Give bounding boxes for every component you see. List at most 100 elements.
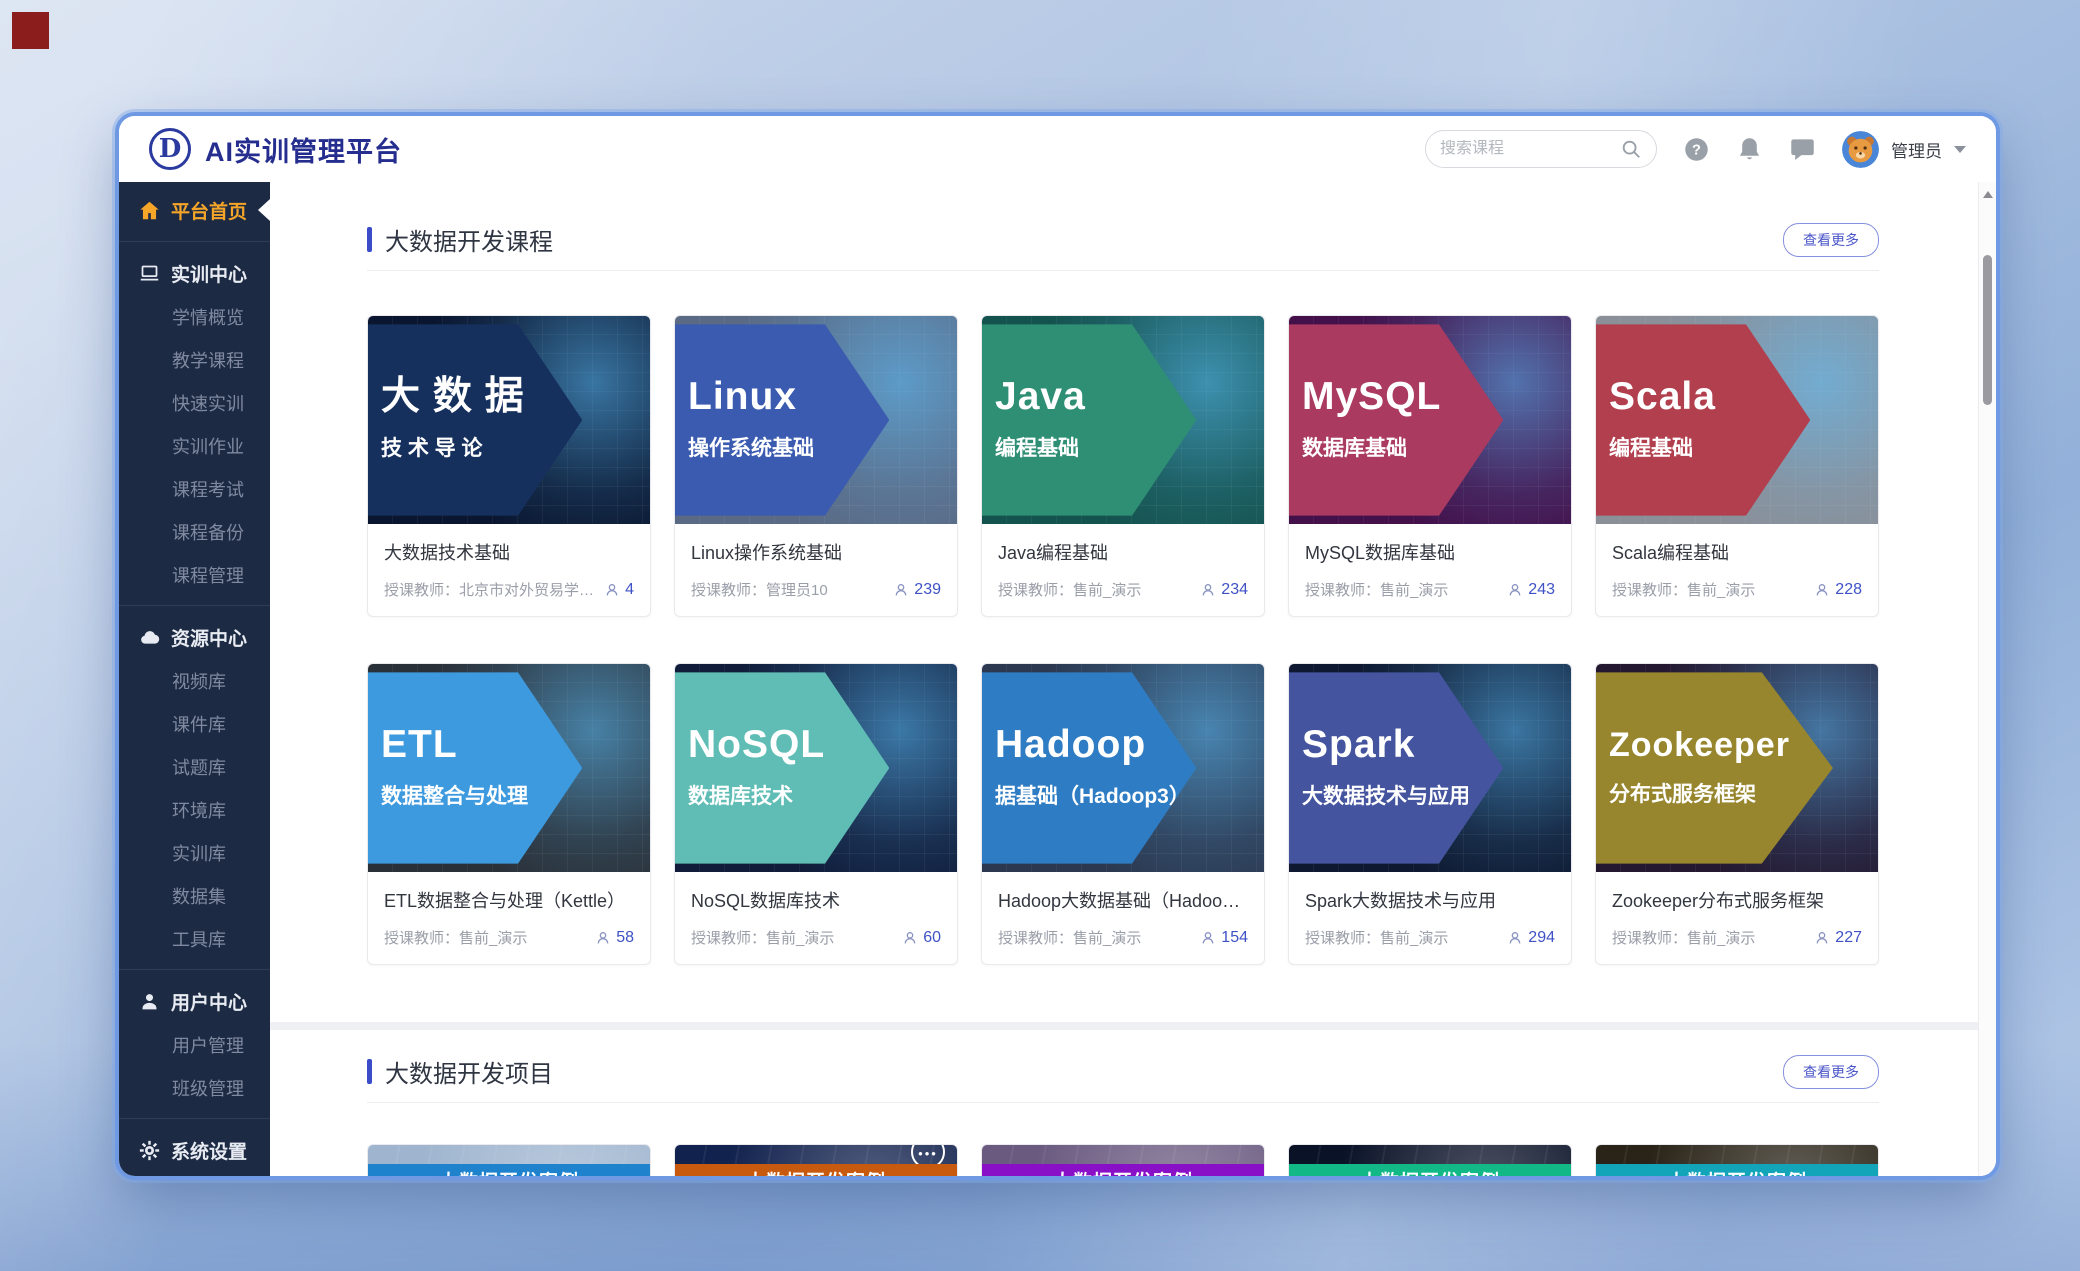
course-card[interactable]: Zookeeper 分布式服务框架 Zookeeper分布式服务框架 授课教师：…: [1595, 663, 1879, 965]
course-card[interactable]: NoSQL 数据库技术 NoSQL数据库技术 授课教师：售前_演示 60: [674, 663, 958, 965]
scrollbar-track[interactable]: [1978, 182, 1996, 1176]
sidebar-section-system-settings[interactable]: 系统设置: [119, 1128, 270, 1172]
sidebar-item-course-management[interactable]: 课程管理: [119, 553, 270, 596]
app-title: AI实训管理平台: [205, 130, 402, 169]
section-title: 大数据开发项目: [367, 1054, 553, 1089]
sidebar-item-environment-library[interactable]: 环境库: [119, 788, 270, 831]
sidebar-section-resource-center[interactable]: 资源中心: [119, 615, 270, 659]
sidebar-section-training-center[interactable]: 实训中心: [119, 251, 270, 295]
cover-arrow: Java 编程基础: [982, 324, 1196, 515]
section-header-projects: 大数据开发项目 查看更多: [367, 1054, 1879, 1103]
course-teacher: 授课教师：售前_演示: [691, 927, 902, 948]
course-card[interactable]: Scala 编程基础 Scala编程基础 授课教师：售前_演示 228: [1595, 315, 1879, 617]
sidebar-item-tool-library[interactable]: 工具库: [119, 917, 270, 960]
cover-title: 大 数 据: [381, 377, 582, 416]
sidebar-item-courseware-library[interactable]: 课件库: [119, 702, 270, 745]
course-cover: Java 编程基础: [982, 316, 1264, 524]
sidebar-item-course-exam[interactable]: 课程考试: [119, 467, 270, 510]
cover-subtitle: 数据库基础: [1302, 432, 1503, 462]
message-icon[interactable]: [1789, 136, 1816, 163]
cover-subtitle: 编程基础: [995, 432, 1196, 462]
chevron-down-icon[interactable]: [1954, 146, 1966, 153]
person-icon: [1200, 582, 1216, 598]
sidebar-item-quick-training[interactable]: 快速实训: [119, 381, 270, 424]
cover-arrow: Zookeeper 分布式服务框架: [1596, 672, 1833, 863]
search-icon[interactable]: [1620, 138, 1642, 160]
project-card[interactable]: 大数据开发案例: [1595, 1144, 1879, 1176]
course-card[interactable]: 大 数 据 技 术 导 论 大数据技术基础 授课教师：北京市对外贸易学校教...…: [367, 315, 651, 617]
course-title: Linux操作系统基础: [691, 539, 941, 565]
project-banner: 大数据开发案例: [1596, 1164, 1878, 1176]
cover-subtitle: 大数据技术与应用: [1302, 780, 1503, 810]
title-accent-bar: [367, 227, 372, 252]
course-card[interactable]: Linux 操作系统基础 Linux操作系统基础 授课教师：管理员10 239: [674, 315, 958, 617]
search-input[interactable]: [1440, 140, 1620, 158]
sidebar-item-class-management[interactable]: 班级管理: [119, 1066, 270, 1109]
course-card[interactable]: Spark 大数据技术与应用 Spark大数据技术与应用 授课教师：售前_演示 …: [1288, 663, 1572, 965]
person-icon: [893, 582, 909, 598]
course-teacher: 授课教师：售前_演示: [998, 579, 1200, 600]
person-icon: [902, 930, 918, 946]
cover-arrow: Linux 操作系统基础: [675, 324, 889, 515]
user-name[interactable]: 管理员: [1891, 137, 1942, 162]
course-cover: Linux 操作系统基础: [675, 316, 957, 524]
sidebar-item-training-homework[interactable]: 实训作业: [119, 424, 270, 467]
cover-arrow: ETL 数据整合与处理: [368, 672, 582, 863]
person-icon: [1507, 930, 1523, 946]
project-card[interactable]: ••• 大数据开发案例: [674, 1144, 958, 1176]
sidebar-item-platform-home[interactable]: 平台首页: [119, 188, 270, 232]
sidebar-item-video-library[interactable]: 视频库: [119, 659, 270, 702]
course-title: NoSQL数据库技术: [691, 887, 941, 913]
laptop-icon: [139, 263, 160, 284]
cover-title: Scala: [1609, 377, 1810, 416]
content-area: 大数据开发课程 查看更多 大 数 据 技 术 导 论 大数据技术基础: [270, 182, 1996, 1176]
cover-subtitle: 数据库技术: [688, 780, 889, 810]
course-row-2: ETL 数据整合与处理 ETL数据整合与处理（Kettle） 授课教师：售前_演…: [367, 663, 1879, 965]
search-box[interactable]: [1425, 130, 1657, 168]
course-card[interactable]: ETL 数据整合与处理 ETL数据整合与处理（Kettle） 授课教师：售前_演…: [367, 663, 651, 965]
user-avatar[interactable]: [1842, 131, 1879, 168]
sidebar-item-question-library[interactable]: 试题库: [119, 745, 270, 788]
project-card[interactable]: 大数据开发案例: [367, 1144, 651, 1176]
scroll-up-arrow-icon[interactable]: [1983, 191, 1993, 198]
cover-title: MySQL: [1302, 377, 1503, 416]
person-icon: [1507, 582, 1523, 598]
project-row: 大数据开发案例 ••• 大数据开发案例 大数据开发案例: [367, 1144, 1879, 1176]
sidebar-divider: [119, 1118, 270, 1119]
bell-icon[interactable]: [1736, 136, 1763, 163]
cloud-icon: [139, 627, 160, 648]
cover-subtitle: 编程基础: [1609, 432, 1810, 462]
course-title: Hadoop大数据基础（Hadoop3）: [998, 887, 1248, 913]
project-card[interactable]: 大数据开发案例: [981, 1144, 1265, 1176]
project-card[interactable]: 大数据开发案例: [1288, 1144, 1572, 1176]
sidebar-item-dataset[interactable]: 数据集: [119, 874, 270, 917]
sidebar-item-user-management[interactable]: 用户管理: [119, 1023, 270, 1066]
sidebar-item-teaching-courses[interactable]: 教学课程: [119, 338, 270, 381]
cover-arrow: 大 数 据 技 术 导 论: [368, 324, 582, 515]
course-card[interactable]: MySQL 数据库基础 MySQL数据库基础 授课教师：售前_演示 243: [1288, 315, 1572, 617]
sidebar-item-training-library[interactable]: 实训库: [119, 831, 270, 874]
cover-title: Spark: [1302, 725, 1503, 764]
course-title: Zookeeper分布式服务框架: [1612, 887, 1862, 913]
person-icon: [1814, 930, 1830, 946]
course-card[interactable]: Java 编程基础 Java编程基础 授课教师：售前_演示 234: [981, 315, 1265, 617]
course-card[interactable]: Hadoop 据基础（Hadoop3） Hadoop大数据基础（Hadoop3）…: [981, 663, 1265, 965]
sidebar-section-user-center[interactable]: 用户中心: [119, 979, 270, 1023]
cover-arrow: MySQL 数据库基础: [1289, 324, 1503, 515]
view-more-button[interactable]: 查看更多: [1783, 223, 1879, 257]
cover-subtitle: 据基础（Hadoop3）: [995, 780, 1196, 810]
sidebar-item-study-overview[interactable]: 学情概览: [119, 295, 270, 338]
cover-arrow: Spark 大数据技术与应用: [1289, 672, 1503, 863]
help-icon[interactable]: ?: [1683, 136, 1710, 163]
student-count: 228: [1814, 581, 1862, 599]
course-cover: NoSQL 数据库技术: [675, 664, 957, 872]
user-icon: [139, 991, 160, 1012]
student-count: 243: [1507, 581, 1555, 599]
cover-title: Zookeeper: [1609, 728, 1833, 762]
view-more-button[interactable]: 查看更多: [1783, 1055, 1879, 1089]
cover-arrow: Hadoop 据基础（Hadoop3）: [982, 672, 1196, 863]
sidebar-item-course-backup[interactable]: 课程备份: [119, 510, 270, 553]
section-separator: [270, 1022, 1978, 1030]
project-banner: 大数据开发案例: [1289, 1164, 1571, 1176]
scrollbar-thumb[interactable]: [1983, 255, 1992, 405]
